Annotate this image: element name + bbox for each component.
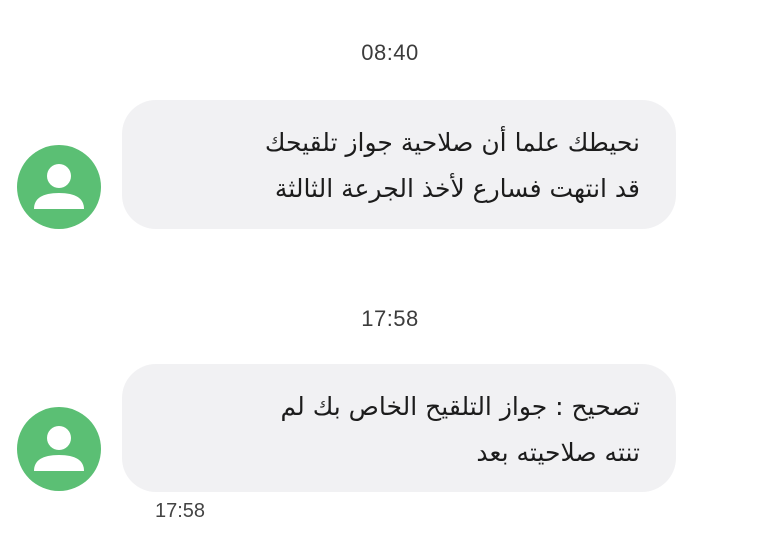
contact-avatar[interactable]: [17, 145, 101, 229]
message-sent-time: 17:58: [155, 500, 206, 522]
person-icon: [34, 426, 84, 471]
person-icon: [34, 164, 84, 209]
timestamp-header: 17:58: [361, 306, 419, 331]
contact-avatar[interactable]: [17, 407, 101, 491]
message-line: قد انتهت فسارع لأخذ الجرعة الثالثة: [274, 174, 640, 203]
message-line: تصحيح : جواز التلقيح الخاص بك لم: [280, 392, 641, 421]
message-bubble[interactable]: نحيطك علما أن صلاحية جواز تلقيحك قد انته…: [122, 100, 676, 229]
timestamp-header: 08:40: [361, 40, 419, 65]
message-bubble[interactable]: تصحيح : جواز التلقيح الخاص بك لم تنته صل…: [122, 364, 676, 492]
message-line: تنته صلاحيته بعد: [476, 438, 640, 467]
message-line: نحيطك علما أن صلاحية جواز تلقيحك: [264, 128, 640, 157]
